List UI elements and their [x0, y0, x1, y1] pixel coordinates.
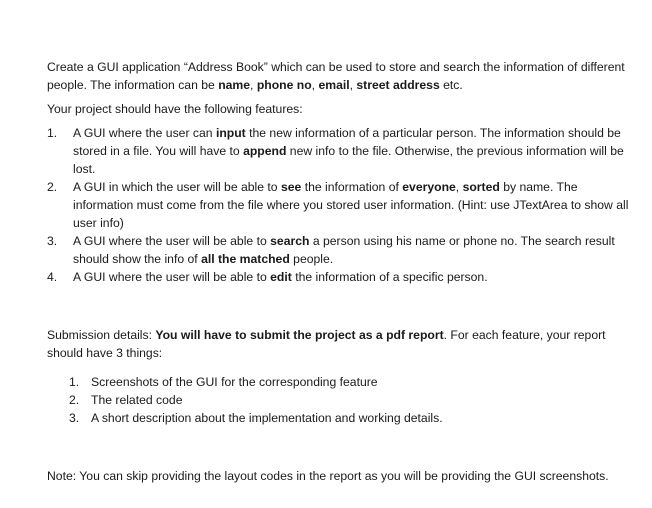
submission-item: 2. The related code: [69, 391, 637, 409]
features-lead: Your project should have the following f…: [47, 102, 303, 116]
feature-text: A GUI where the user can: [73, 126, 216, 140]
feature-text: ,: [455, 180, 463, 194]
intro-bold-phone: phone no: [256, 78, 312, 92]
feature-text: A GUI where the user will be able to: [73, 270, 271, 284]
submission-item: 3. A short description about the implemen…: [69, 409, 637, 427]
submission-item-text: A short description about the implementa…: [91, 411, 443, 425]
note-paragraph: Note: You can skip providing the layout …: [47, 469, 609, 483]
feature-text: the information of a specific person.: [291, 270, 488, 284]
feature-text: A GUI in which the user will be able to: [73, 180, 281, 194]
feature-item: 1. A GUI where the user can input the new…: [47, 124, 637, 178]
feature-text: people.: [289, 252, 334, 266]
intro-bold-email: email: [318, 78, 350, 92]
intro-paragraph: Create a GUI application “Address Book” …: [47, 58, 637, 94]
feature-bold: append: [243, 144, 287, 158]
submission-bold: You will have to submit the project as a…: [155, 328, 444, 342]
feature-item: 2. A GUI in which the user will be able t…: [47, 178, 637, 232]
list-number: 1.: [69, 375, 80, 389]
feature-bold: sorted: [462, 180, 500, 194]
feature-text: A GUI where the user will be able to: [73, 234, 271, 248]
list-number: 3.: [69, 411, 80, 425]
submission-list: 1. Screenshots of the GUI for the corresp…: [47, 373, 637, 427]
feature-text: the information of: [301, 180, 403, 194]
intro-text: etc.: [439, 78, 463, 92]
submission-item-text: The related code: [91, 393, 183, 407]
feature-item: 4. A GUI where the user will be able to e…: [47, 268, 637, 286]
feature-item: 3. A GUI where the user will be able to s…: [47, 232, 637, 268]
document-body: Create a GUI application “Address Book” …: [47, 58, 637, 485]
feature-bold: everyone: [402, 180, 456, 194]
feature-bold: search: [270, 234, 310, 248]
list-number: 2.: [69, 393, 80, 407]
intro-bold-address: street address: [356, 78, 440, 92]
submission-text: Submission details:: [47, 328, 156, 342]
features-list: 1. A GUI where the user can input the new…: [47, 124, 637, 286]
submission-paragraph: Submission details: You will have to sub…: [47, 326, 637, 362]
feature-bold: see: [280, 180, 302, 194]
submission-item: 1. Screenshots of the GUI for the corresp…: [69, 373, 637, 391]
list-number: 3.: [47, 234, 58, 248]
feature-bold: edit: [270, 270, 292, 284]
feature-bold: input: [215, 126, 246, 140]
intro-text: ,: [250, 78, 257, 92]
intro-bold-name: name: [218, 78, 251, 92]
feature-bold: all the matched: [201, 252, 290, 266]
submission-item-text: Screenshots of the GUI for the correspon…: [91, 375, 378, 389]
list-number: 2.: [47, 180, 58, 194]
list-number: 4.: [47, 270, 58, 284]
list-number: 1.: [47, 126, 58, 140]
